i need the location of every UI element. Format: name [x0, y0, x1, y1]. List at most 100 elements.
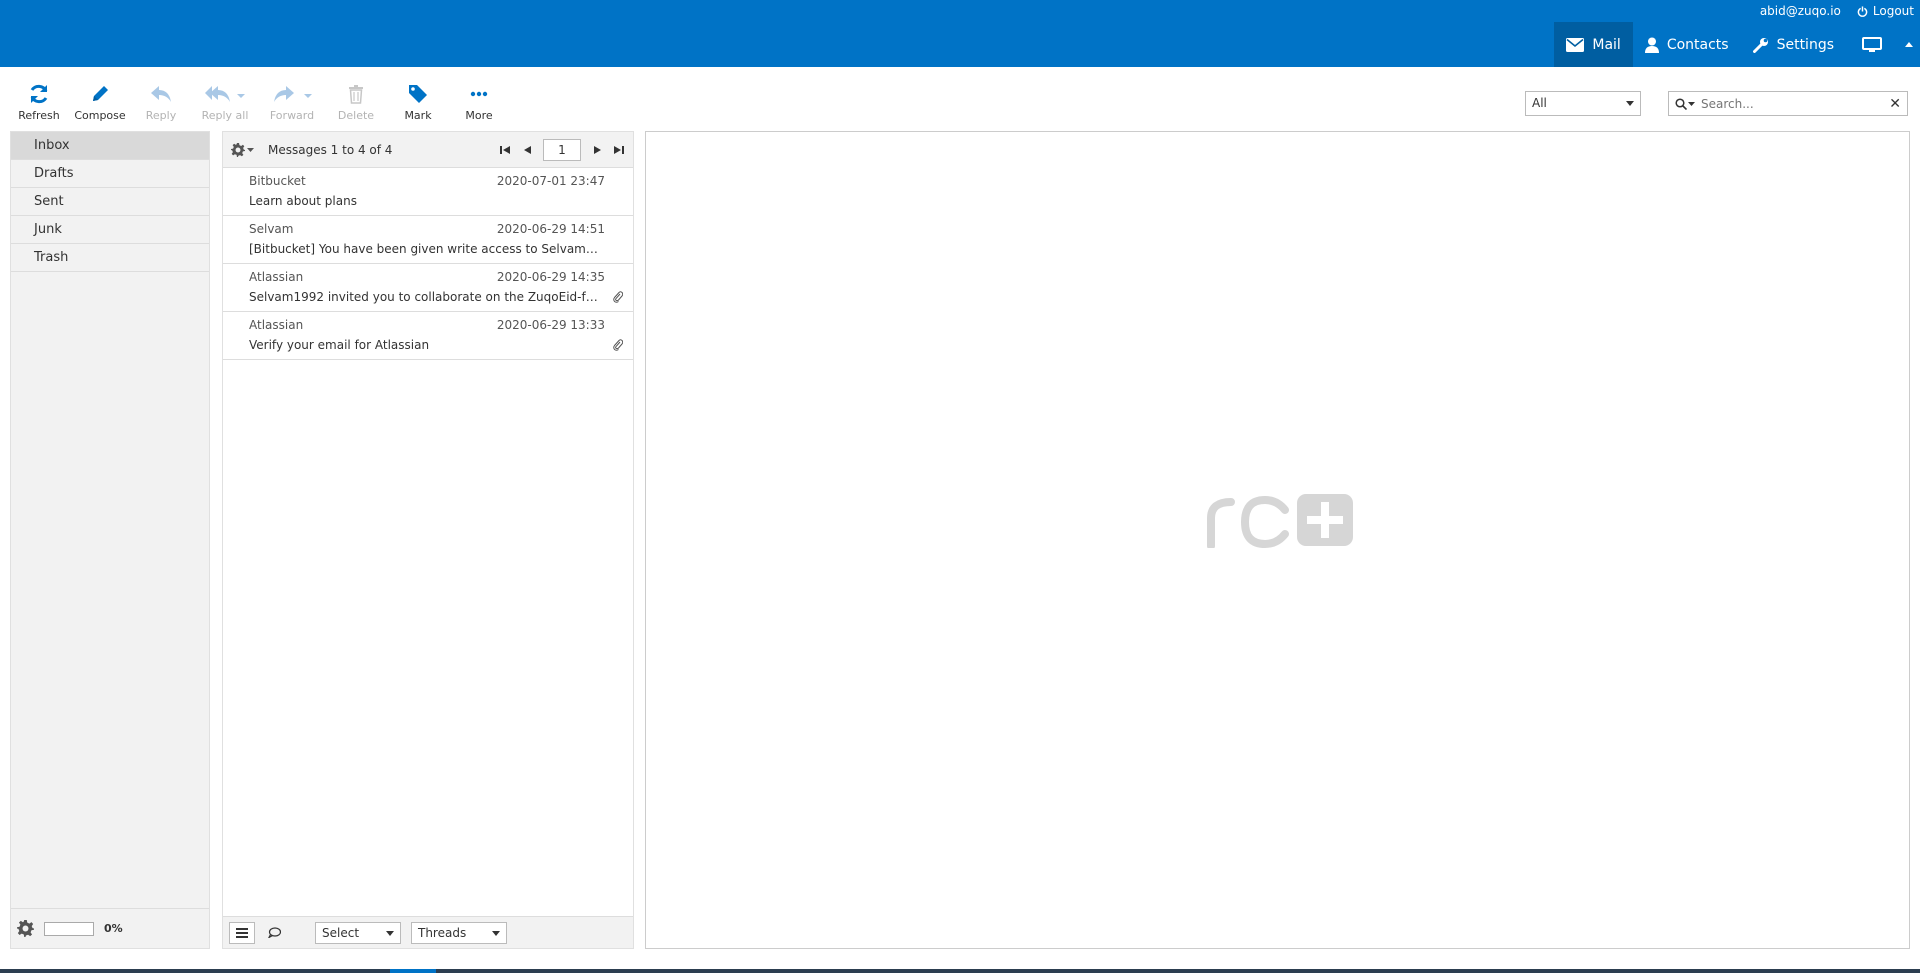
folder-junk[interactable]: Junk — [11, 216, 209, 244]
filter-select[interactable]: All — [1525, 91, 1641, 116]
message-date: 2020-06-29 13:33 — [496, 318, 605, 332]
tag-icon — [409, 85, 427, 103]
nav-contacts[interactable]: Contacts — [1633, 22, 1741, 67]
search-box: ✕ — [1668, 91, 1908, 116]
chevron-down-icon — [247, 147, 254, 152]
compose-button[interactable]: Compose — [65, 81, 135, 122]
preview-pane — [645, 131, 1910, 949]
message-list-header: Messages 1 to 4 of 4 — [223, 132, 633, 168]
message-subject: Verify your email for Atlassian — [249, 338, 430, 352]
quota-bar — [44, 921, 94, 936]
user-line: abid@zuqo.io Logout — [1760, 4, 1914, 18]
chevron-down-icon — [492, 930, 500, 936]
quota-text: 0% — [104, 922, 123, 935]
user-email: abid@zuqo.io — [1759, 4, 1841, 18]
message-from: Selvam — [249, 222, 294, 236]
chevron-down-icon — [386, 930, 394, 936]
threads-label: Threads — [418, 925, 467, 940]
message-from: Atlassian — [249, 318, 304, 332]
page-input[interactable] — [543, 139, 581, 161]
power-icon — [1857, 5, 1868, 17]
threads-view-button[interactable] — [261, 922, 287, 944]
delete-label: Delete — [337, 109, 375, 122]
wrench-icon — [1752, 37, 1768, 53]
mark-button[interactable]: Mark — [383, 81, 453, 122]
list-options-button[interactable] — [231, 142, 254, 157]
message-subject: Selvam1992 invited you to collaborate on… — [249, 290, 599, 304]
folder-trash[interactable]: Trash — [11, 244, 209, 272]
message-row[interactable]: Atlassian 2020-06-29 14:35 Selvam1992 in… — [223, 264, 633, 312]
logout-button[interactable]: Logout — [1857, 4, 1914, 18]
list-view-button[interactable] — [229, 921, 255, 944]
first-page-button[interactable] — [499, 144, 511, 156]
paperclip-icon — [613, 339, 623, 351]
list-icon — [236, 927, 248, 938]
message-row[interactable]: Selvam 2020-06-29 14:51 [Bitbucket] You … — [223, 216, 633, 264]
nav-mail[interactable]: Mail — [1554, 22, 1633, 67]
next-page-button[interactable] — [591, 144, 603, 156]
clear-search-icon[interactable]: ✕ — [1889, 96, 1901, 112]
speech-bubble-icon — [267, 927, 281, 938]
forward-button[interactable]: Forward — [257, 81, 327, 122]
envelope-icon — [1566, 37, 1585, 52]
forward-label: Forward — [269, 109, 315, 122]
message-from: Atlassian — [249, 270, 304, 284]
reply-button[interactable]: Reply — [126, 81, 196, 122]
message-list: Messages 1 to 4 of 4 Bitbucket 2020-07-0… — [222, 131, 634, 949]
layout-menu-button[interactable] — [1846, 22, 1898, 67]
message-subject: Learn about plans — [249, 194, 357, 208]
folder-footer: 0% — [11, 908, 209, 948]
threads-dropdown[interactable]: Threads — [411, 921, 507, 944]
gear-icon — [231, 142, 245, 157]
forward-icon — [274, 86, 312, 102]
chevron-up-icon — [1905, 42, 1913, 47]
message-list-footer: Select Threads — [223, 916, 633, 948]
message-subject: [Bitbucket] You have been given write ac… — [249, 242, 604, 256]
last-page-button[interactable] — [613, 144, 625, 156]
trash-icon — [349, 85, 363, 104]
nav-contacts-label: Contacts — [1666, 36, 1729, 53]
filter-value: All — [1532, 96, 1547, 110]
mark-label: Mark — [404, 109, 432, 122]
person-icon — [1644, 37, 1659, 53]
top-bar: abid@zuqo.io Logout Mail Contacts Settin… — [0, 0, 1920, 67]
folder-list: Inbox Drafts Sent Junk Trash 0% — [10, 131, 210, 949]
search-input[interactable] — [1701, 96, 1881, 111]
reply-all-icon — [205, 86, 245, 102]
reply-all-button[interactable]: Reply all — [190, 81, 260, 122]
monitor-icon — [1862, 36, 1882, 52]
ellipsis-icon — [470, 91, 488, 97]
search-options-button[interactable] — [1669, 97, 1701, 110]
pager — [499, 139, 625, 161]
first-page-icon — [500, 146, 510, 154]
prev-page-button[interactable] — [521, 144, 533, 156]
reply-label: Reply — [145, 109, 177, 122]
compose-label: Compose — [74, 109, 126, 122]
select-dropdown[interactable]: Select — [315, 921, 401, 944]
message-count: Messages 1 to 4 of 4 — [268, 142, 393, 157]
refresh-icon — [30, 84, 48, 104]
chevron-down-icon — [1626, 101, 1634, 106]
message-row[interactable]: Atlassian 2020-06-29 13:33 Verify your e… — [223, 312, 633, 360]
refresh-button[interactable]: Refresh — [4, 81, 74, 122]
collapse-header-button[interactable] — [1898, 22, 1920, 67]
prev-page-icon — [523, 146, 531, 154]
top-nav: Mail Contacts Settings — [1554, 22, 1920, 67]
more-button[interactable]: More — [444, 81, 514, 122]
nav-settings-label: Settings — [1776, 36, 1834, 53]
message-row[interactable]: Bitbucket 2020-07-01 23:47 Learn about p… — [223, 168, 633, 216]
folder-drafts[interactable]: Drafts — [11, 160, 209, 188]
paperclip-icon — [613, 291, 623, 303]
bottom-strip — [0, 969, 1920, 973]
chevron-down-icon — [1688, 101, 1695, 106]
folder-inbox[interactable]: Inbox — [11, 132, 209, 160]
folder-sent[interactable]: Sent — [11, 188, 209, 216]
delete-button[interactable]: Delete — [321, 81, 391, 122]
bottom-strip-accent — [390, 969, 436, 973]
pencil-icon — [93, 86, 108, 101]
select-label: Select — [322, 925, 360, 940]
search-icon — [1675, 97, 1687, 110]
gear-icon[interactable] — [17, 920, 34, 937]
message-from: Bitbucket — [249, 174, 306, 188]
nav-settings[interactable]: Settings — [1741, 22, 1846, 67]
